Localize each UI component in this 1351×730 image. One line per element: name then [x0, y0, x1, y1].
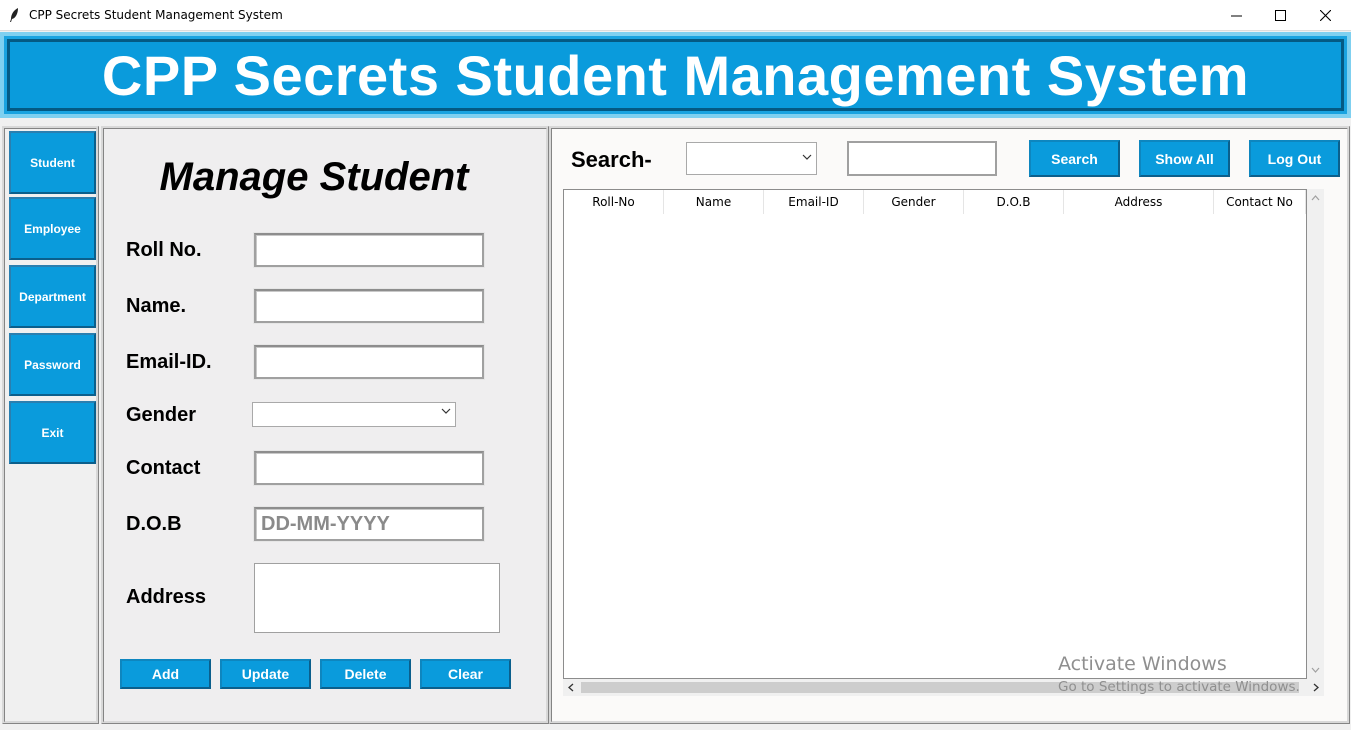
search-button[interactable]: Search	[1029, 140, 1120, 177]
records-panel: Search- Search Show All Log Out Roll-No …	[549, 126, 1350, 724]
app-window: CPP Secrets Student Management System CP…	[0, 0, 1351, 730]
sidebar-item-employee[interactable]: Employee	[9, 197, 96, 260]
sidebar-item-password[interactable]: Password	[9, 333, 96, 396]
column-header-contact[interactable]: Contact No	[1214, 190, 1306, 214]
maximize-button[interactable]	[1257, 0, 1303, 31]
sidebar-item-exit[interactable]: Exit	[9, 401, 96, 464]
feather-icon	[10, 8, 18, 22]
column-header-name[interactable]: Name	[664, 190, 764, 214]
column-header-address[interactable]: Address	[1064, 190, 1214, 214]
search-label: Search-	[571, 147, 652, 172]
minimize-button[interactable]	[1213, 0, 1259, 31]
sidebar-item-student[interactable]: Student	[9, 131, 96, 194]
column-header-roll[interactable]: Roll-No	[564, 190, 664, 214]
minimize-icon	[1230, 15, 1242, 17]
header-banner: CPP Secrets Student Management System	[0, 32, 1351, 118]
gender-label: Gender	[126, 404, 197, 426]
activate-windows-watermark: Activate Windows Go to Settings to activ…	[1058, 653, 1300, 695]
window-title: CPP Secrets Student Management System	[29, 8, 283, 22]
student-table[interactable]: Roll-No Name Email-ID Gender D.O.B Addre…	[563, 189, 1307, 679]
clear-button[interactable]: Clear	[420, 659, 511, 689]
column-header-email[interactable]: Email-ID	[764, 190, 864, 214]
email-label: Email-ID.	[126, 351, 212, 373]
roll-input[interactable]	[253, 232, 485, 268]
contact-input[interactable]	[253, 450, 485, 486]
dob-input[interactable]	[253, 506, 485, 542]
scroll-left-icon[interactable]	[568, 683, 574, 692]
scroll-up-icon[interactable]	[1311, 195, 1320, 201]
address-textarea[interactable]	[254, 563, 500, 633]
update-button[interactable]: Update	[220, 659, 311, 689]
chevron-down-icon	[441, 408, 451, 414]
gender-select[interactable]	[252, 402, 456, 427]
app-title: CPP Secrets Student Management System	[101, 43, 1250, 107]
name-input[interactable]	[253, 288, 485, 324]
contact-label: Contact	[126, 457, 201, 479]
window-titlebar: CPP Secrets Student Management System	[0, 0, 1351, 31]
sidebar-item-department[interactable]: Department	[9, 265, 96, 328]
sidebar: Student Employee Department Password Exi…	[2, 126, 99, 724]
logout-button[interactable]: Log Out	[1249, 140, 1340, 177]
delete-button[interactable]: Delete	[320, 659, 411, 689]
scroll-right-icon[interactable]	[1313, 683, 1319, 692]
add-button[interactable]: Add	[120, 659, 211, 689]
chevron-down-icon	[802, 154, 812, 160]
watermark-line1: Activate Windows	[1058, 653, 1227, 675]
scroll-down-icon[interactable]	[1311, 667, 1320, 673]
address-label: Address	[126, 586, 207, 608]
maximize-icon	[1274, 10, 1286, 21]
header-banner-inner: CPP Secrets Student Management System	[7, 39, 1344, 111]
close-button[interactable]	[1302, 0, 1348, 31]
email-input[interactable]	[253, 344, 485, 380]
manage-title: Manage Student	[159, 155, 469, 199]
column-header-dob[interactable]: D.O.B	[964, 190, 1064, 214]
dob-label: D.O.B	[126, 513, 182, 535]
table-header: Roll-No Name Email-ID Gender D.O.B Addre…	[564, 190, 1306, 214]
manage-student-panel: Manage Student Roll No. Name. Email-ID. …	[101, 126, 549, 724]
search-by-select[interactable]	[686, 142, 817, 175]
name-label: Name.	[126, 295, 187, 317]
column-header-gender[interactable]: Gender	[864, 190, 964, 214]
search-input[interactable]	[847, 141, 997, 176]
vertical-scrollbar[interactable]	[1307, 189, 1324, 679]
roll-label: Roll No.	[126, 239, 202, 261]
watermark-line2: Go to Settings to activate Windows.	[1058, 679, 1300, 695]
show-all-button[interactable]: Show All	[1139, 140, 1230, 177]
close-icon	[1319, 10, 1331, 21]
